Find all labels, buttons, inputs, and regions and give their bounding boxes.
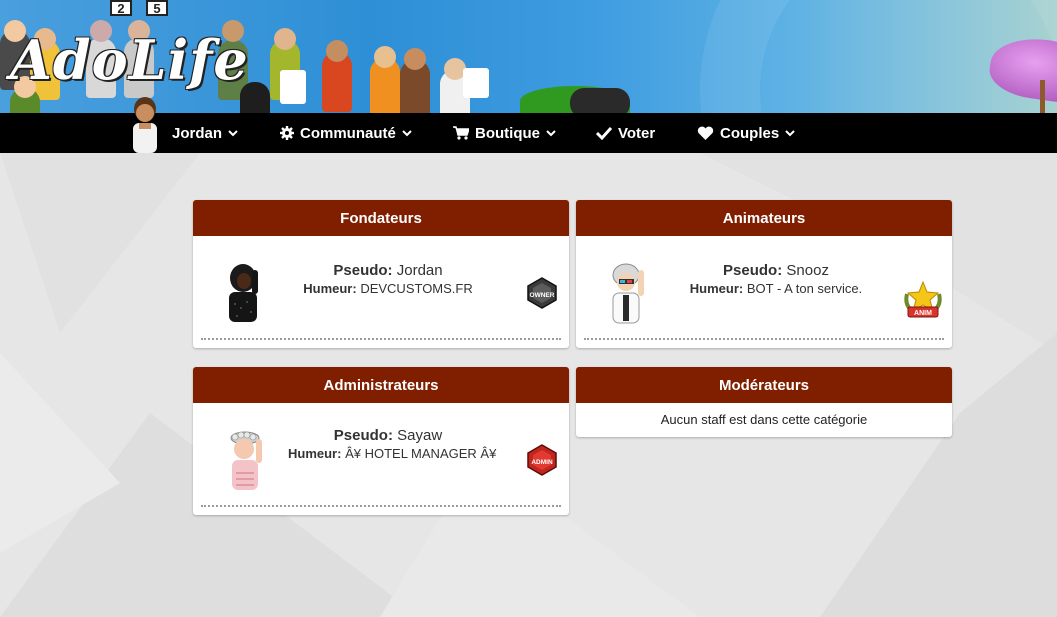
owner-badge-icon: OWNER [525,276,559,315]
mood-label: Humeur: [288,446,342,461]
card-title: Animateurs [576,200,952,236]
staff-member: Pseudo: Jordan Humeur: DEVCUSTOMS.FR OWN… [193,236,569,348]
staff-group-moderateurs: Modérateurs Aucun staff est dans cette c… [576,367,952,437]
staff-member: Pseudo: Sayaw Humeur: Â¥ HOTEL MANAGER Â… [193,403,569,515]
nav-couples[interactable]: Couples [697,113,795,153]
nav-user-menu[interactable]: Jordan [172,113,238,153]
card-title: Administrateurs [193,367,569,403]
cart-icon [453,126,469,140]
nav-voter[interactable]: Voter [596,113,655,153]
chevron-down-icon [546,129,556,137]
staff-avatar [226,429,266,496]
badge-label: ADMIN [531,459,553,466]
nav-communaute-label: Communauté [300,124,396,142]
staff-pseudo: Jordan [396,262,443,279]
staff-group-fondateurs: Fondateurs Pseudo: Jordan Humeur: DEVCUS… [193,200,569,348]
nav-voter-label: Voter [618,124,656,142]
scoreboard-digit: 5 [146,0,168,16]
admin-badge-icon: ADMIN [525,443,559,482]
umbrella-pole [1040,80,1045,113]
pseudo-label: Pseudo: [333,427,393,444]
heart-icon [697,126,714,141]
pseudo-label: Pseudo: [333,262,393,279]
staff-pseudo: Sayaw [397,427,443,444]
empty-message: Aucun staff est dans cette catégorie [660,412,868,427]
staff-info: Pseudo: Jordan Humeur: DEVCUSTOMS.FR [288,262,488,298]
nav-boutique[interactable]: Boutique [453,113,556,153]
divider [584,338,944,340]
pseudo-label: Pseudo: [723,262,783,279]
staff-member: Pseudo: Snooz Humeur: BOT - A ton servic… [576,236,952,348]
divider [201,338,561,340]
staff-avatar [608,262,648,329]
site-logo[interactable]: AdoLife [10,30,280,90]
mood-label: Humeur: [689,281,744,296]
staff-group-animateurs: Animateurs Pseudo: Snooz Humeur: BOT - A… [576,200,952,348]
mood-label: Humeur: [303,281,357,296]
staff-info: Pseudo: Sayaw Humeur: Â¥ HOTEL MANAGER Â… [288,427,496,463]
card-title: Fondateurs [193,200,569,236]
divider [201,505,561,507]
card-title: Modérateurs [576,367,952,403]
staff-mood: Â¥ HOTEL MANAGER Â¥ [345,446,497,461]
staff-group-administrateurs: Administrateurs Pseudo: Sayaw Humeur: Â¥… [193,367,569,515]
user-avatar[interactable] [128,95,162,153]
staff-mood: BOT - A ton service. [746,281,863,296]
gear-icon [280,126,294,140]
staff-mood: DEVCUSTOMS.FR [360,281,473,296]
chevron-down-icon [228,129,238,137]
staff-pseudo: Snooz [786,262,829,279]
staff-info: Pseudo: Snooz Humeur: BOT - A ton servic… [671,262,881,298]
badge-label: OWNER [530,292,555,299]
check-icon [596,126,612,140]
nav-user-label: Jordan [172,124,223,142]
anim-badge-icon: ANIM [902,280,944,325]
scoreboard-digit: 2 [110,0,132,16]
staff-avatar [225,264,261,329]
chevron-down-icon [785,129,795,137]
badge-label: ANIM [914,310,932,317]
chevron-down-icon [402,129,412,137]
nav-communaute[interactable]: Communauté [280,113,412,153]
nav-couples-label: Couples [720,124,780,142]
nav-boutique-label: Boutique [475,124,540,142]
empty-group: Aucun staff est dans cette catégorie [576,403,952,437]
